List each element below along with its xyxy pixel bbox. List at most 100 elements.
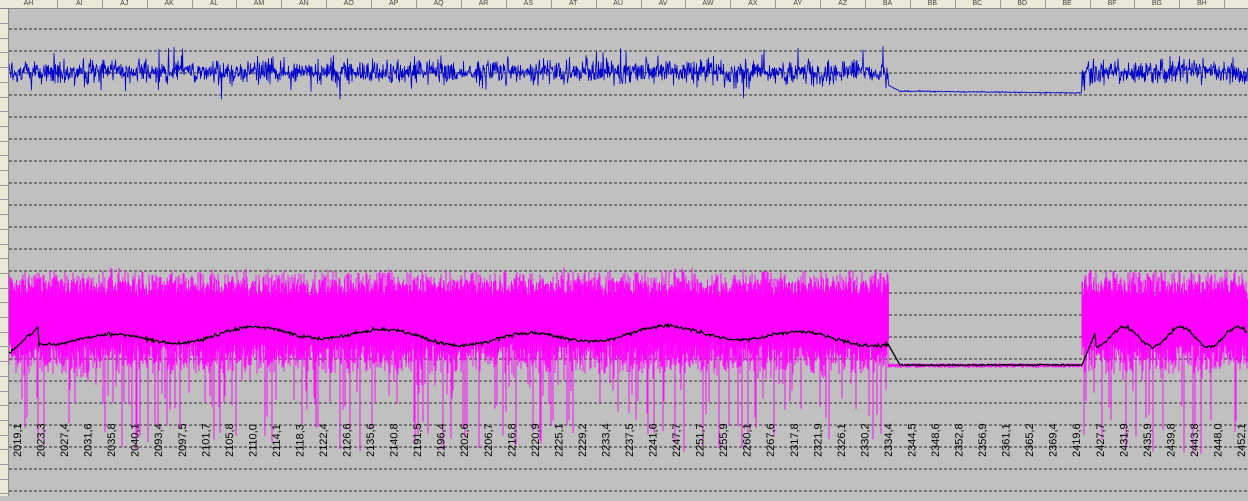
- row-header-cell[interactable]: [0, 274, 8, 289]
- x-tick-label: 2122,4: [318, 423, 330, 457]
- x-tick-label: 2196,4: [436, 423, 448, 457]
- column-header-ay[interactable]: AY: [775, 0, 822, 8]
- row-header-cell[interactable]: [0, 38, 8, 54]
- x-tick-label: 2135,6: [365, 423, 377, 457]
- row-header-cell[interactable]: [0, 479, 8, 495]
- row-header-cell[interactable]: [0, 53, 8, 69]
- row-header-cell[interactable]: [0, 288, 8, 304]
- row-header-cell[interactable]: [0, 332, 8, 348]
- row-header-cell[interactable]: [0, 362, 8, 377]
- column-header-av[interactable]: AV: [641, 0, 687, 8]
- column-header-aq[interactable]: AQ: [416, 0, 462, 8]
- x-tick-label: 2251,7: [695, 423, 707, 457]
- column-header-bf[interactable]: BF: [1090, 0, 1136, 8]
- x-tick-label: 2326,1: [836, 423, 848, 457]
- x-tick-label: 2216,8: [506, 423, 518, 457]
- x-tick-label: 2035,8: [106, 423, 118, 457]
- x-tick-label: 2334,4: [883, 423, 895, 457]
- column-header-ba[interactable]: BA: [865, 0, 911, 8]
- column-header-az[interactable]: AZ: [820, 0, 867, 8]
- x-tick-label: 2439,8: [1165, 423, 1177, 457]
- x-tick-label: 2369,4: [1048, 423, 1060, 457]
- row-header-cell[interactable]: [0, 406, 8, 421]
- row-header-cell[interactable]: [0, 24, 8, 39]
- row-header-cell[interactable]: [0, 112, 8, 127]
- x-tick-label: 2027,4: [59, 423, 71, 457]
- column-header-as[interactable]: AS: [506, 0, 552, 8]
- row-header-cell[interactable]: [0, 9, 8, 24]
- x-tick-label: 2247,7: [671, 423, 683, 457]
- row-header-cell[interactable]: [0, 377, 8, 392]
- x-tick-label: 2220,9: [530, 423, 542, 457]
- x-tick-label: 2202,6: [459, 423, 471, 457]
- row-header-cell[interactable]: [0, 127, 8, 142]
- column-header-ax[interactable]: AX: [730, 0, 777, 8]
- row-header-cell[interactable]: [0, 259, 8, 274]
- x-tick-label: 2431,9: [1118, 423, 1130, 457]
- gridlines: [9, 28, 1248, 492]
- row-header-cell[interactable]: [0, 303, 8, 318]
- column-header-be[interactable]: BE: [1045, 0, 1091, 8]
- x-axis-ticks: 2019,1 2023,3 2027,4 2031,6 2035,8 2040,1 2093…: [12, 423, 1248, 457]
- x-tick-label: 2448,0: [1213, 423, 1225, 457]
- x-tick-label: 2241,6: [648, 423, 660, 457]
- column-header-bh[interactable]: BH: [1179, 0, 1226, 8]
- row-header-cell[interactable]: [0, 185, 8, 201]
- row-header-cell[interactable]: [0, 156, 8, 171]
- column-header-aj[interactable]: AJ: [102, 0, 148, 8]
- x-tick-label: 2344,5: [907, 423, 919, 457]
- x-tick-label: 2114,1: [271, 424, 283, 457]
- row-header-cell[interactable]: [0, 435, 8, 451]
- column-header-aw[interactable]: AW: [686, 0, 732, 8]
- x-tick-label: 2229,2: [577, 423, 589, 457]
- row-header-cell[interactable]: [0, 347, 8, 363]
- column-header-au[interactable]: AU: [596, 0, 642, 8]
- column-header-al[interactable]: AL: [192, 0, 238, 8]
- row-header-cell[interactable]: [0, 141, 8, 157]
- column-header-ah[interactable]: AH: [0, 0, 58, 8]
- column-header-ar[interactable]: AR: [461, 0, 507, 8]
- x-tick-label: 2260,1: [742, 423, 754, 457]
- row-header-cell[interactable]: [0, 421, 8, 436]
- row-header-cell[interactable]: [0, 450, 8, 465]
- x-tick-label: 2435,9: [1142, 423, 1154, 457]
- x-tick-label: 2233,4: [601, 423, 613, 457]
- x-tick-label: 2140,8: [389, 423, 401, 457]
- column-header-ao[interactable]: AO: [326, 0, 373, 8]
- x-tick-label: 2361,1: [1001, 423, 1013, 457]
- column-header-bd[interactable]: BD: [1000, 0, 1046, 8]
- row-header-cell[interactable]: [0, 391, 8, 407]
- x-tick-label: 2330,2: [859, 423, 871, 457]
- x-tick-label: 2352,8: [954, 423, 966, 457]
- row-header-cell[interactable]: [0, 215, 8, 230]
- row-header-cell[interactable]: [0, 465, 8, 480]
- x-tick-label: 2031,6: [83, 423, 95, 457]
- column-header-bc[interactable]: BC: [955, 0, 1001, 8]
- chart-area: 2019,1 2023,3 2027,4 2031,6 2035,8 2040,1 2093…: [8, 9, 1248, 496]
- row-header-cell[interactable]: [0, 83, 8, 98]
- x-tick-label: 2419,6: [1071, 423, 1083, 457]
- row-header-cell[interactable]: [0, 68, 8, 83]
- x-tick-label: 2118,3: [295, 424, 307, 457]
- column-header-an[interactable]: AN: [281, 0, 328, 8]
- x-tick-label: 2126,6: [342, 423, 354, 457]
- row-header-cell[interactable]: [0, 97, 8, 113]
- x-tick-label: 2101,7: [200, 423, 212, 457]
- column-header-am[interactable]: AM: [237, 0, 283, 8]
- column-header-bg[interactable]: BG: [1135, 0, 1181, 8]
- row-header-cell[interactable]: [0, 318, 8, 333]
- column-header-ap[interactable]: AP: [371, 0, 418, 8]
- column-header-ak[interactable]: AK: [147, 0, 193, 8]
- row-header-cell[interactable]: [0, 200, 8, 216]
- row-header-cell[interactable]: [0, 244, 8, 260]
- x-tick-label: 2019,1: [12, 423, 24, 457]
- x-tick-label: 2317,8: [789, 423, 801, 457]
- column-header-bb[interactable]: BB: [910, 0, 956, 8]
- x-tick-label: 2191,5: [412, 423, 424, 457]
- row-header-cell[interactable]: [0, 230, 8, 245]
- x-tick-label: 2225,1: [553, 423, 565, 457]
- column-header-ai[interactable]: AI: [57, 0, 103, 8]
- column-header-at[interactable]: AT: [551, 0, 597, 8]
- x-tick-label: 2267,6: [765, 423, 777, 457]
- row-header-cell[interactable]: [0, 171, 8, 186]
